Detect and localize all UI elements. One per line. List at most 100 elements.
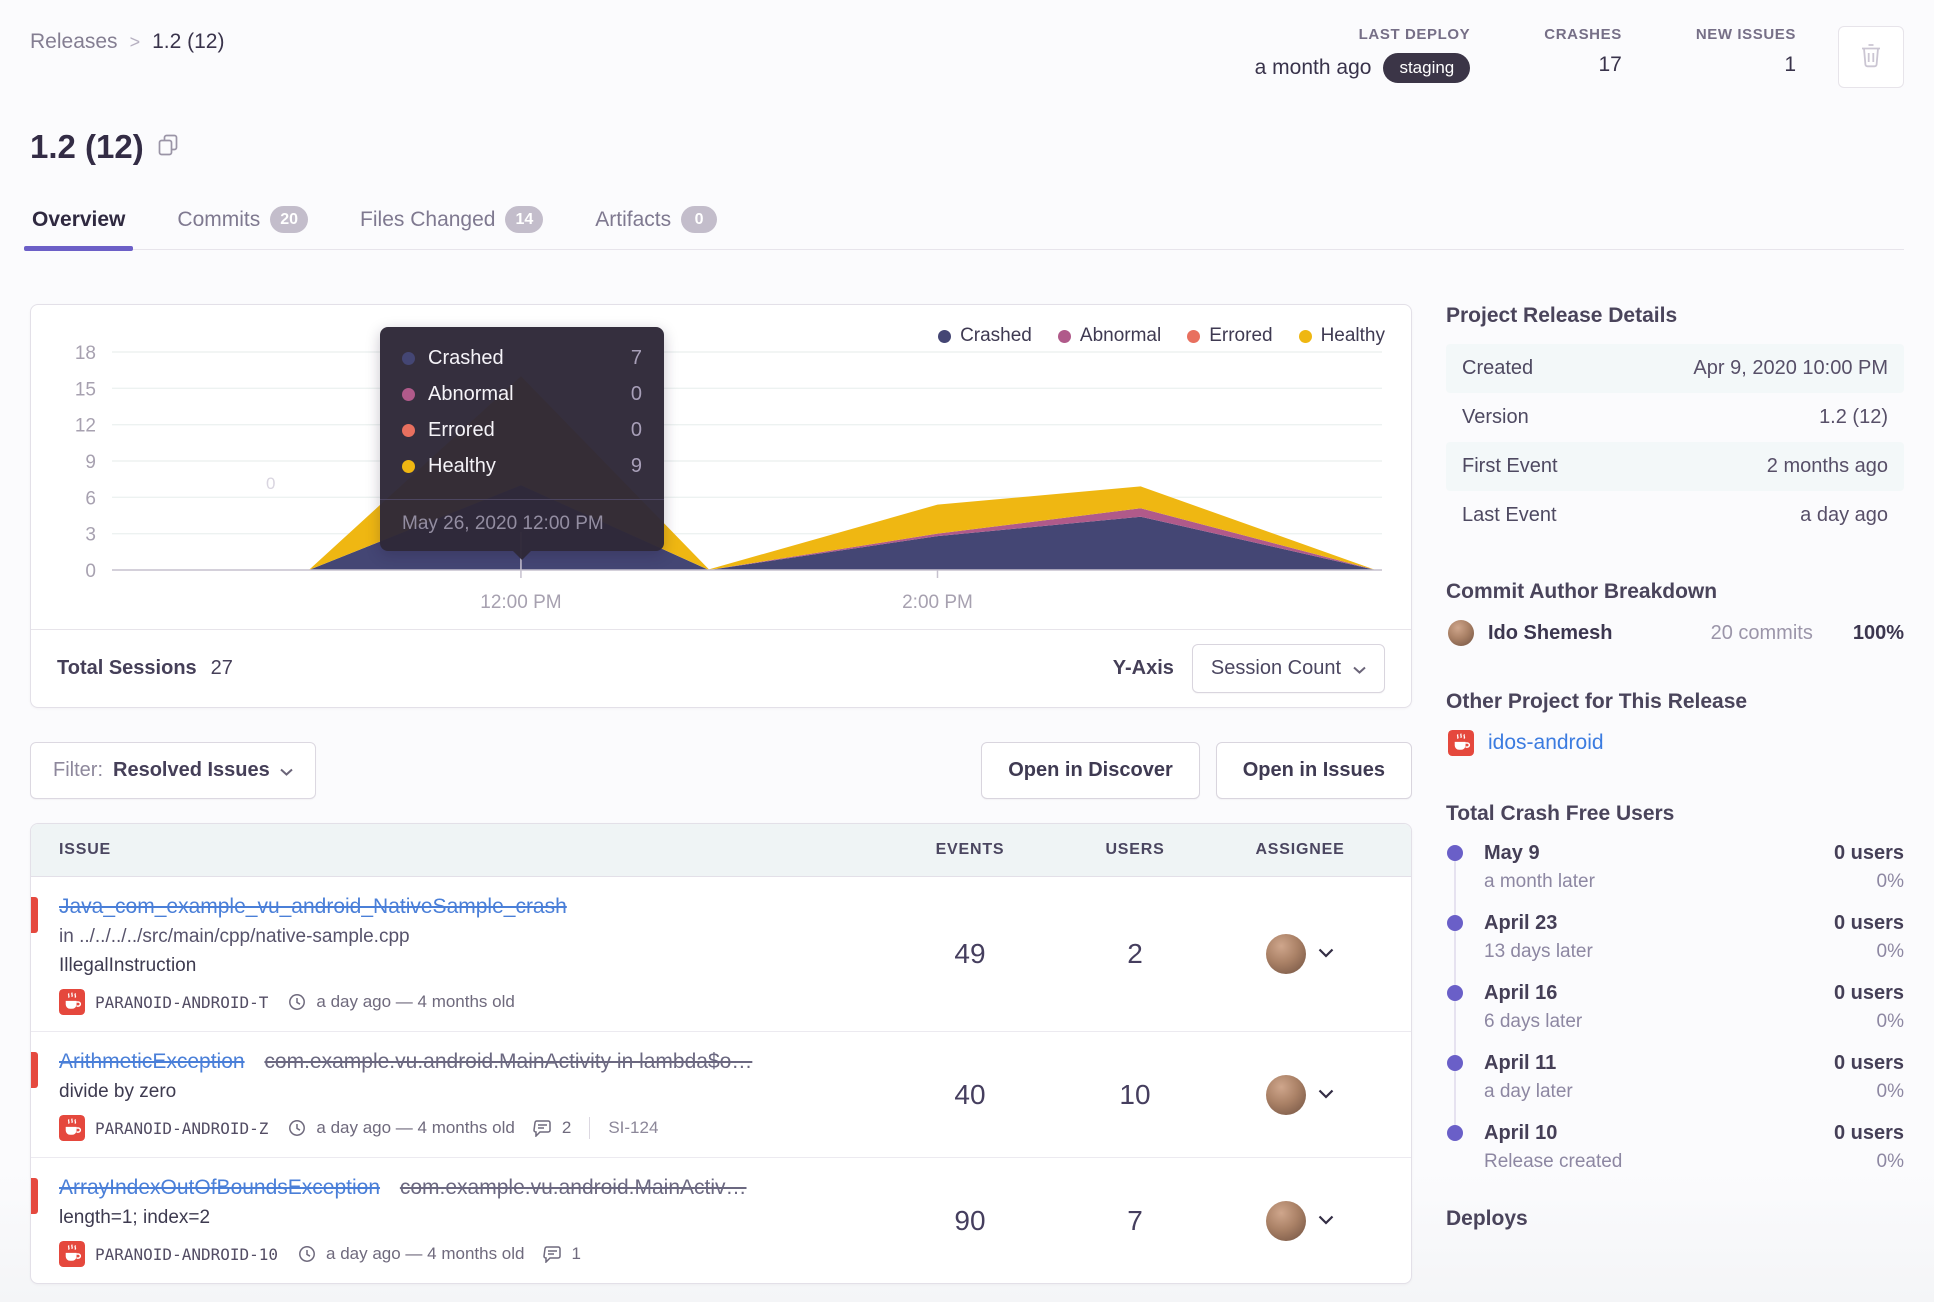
assignee-chevron-down-icon[interactable]: [1318, 1086, 1334, 1104]
assignee-chevron-down-icon[interactable]: [1318, 945, 1334, 963]
commit-author-row: Ido Shemesh 20 commits 100%: [1446, 620, 1904, 646]
author-commit-percent: 100%: [1852, 621, 1904, 644]
tab-label: Overview: [32, 207, 126, 231]
timeline-users: 0 users: [1833, 842, 1904, 864]
tooltip-value: 7: [630, 347, 642, 369]
issue-title-link[interactable]: ArrayIndexOutOfBoundsException: [59, 1176, 380, 1199]
timeline-users: 0 users: [1833, 1122, 1904, 1144]
timeline-percent: 0%: [1876, 1151, 1904, 1172]
y-tick-label: 15: [75, 379, 96, 400]
y-tick-label: 9: [85, 452, 96, 473]
crashed-dot-icon: [938, 329, 952, 343]
issues-filter-select[interactable]: Filter: Resolved Issues: [30, 742, 316, 799]
legend-item-crashed[interactable]: Crashed: [938, 325, 1032, 347]
other-project-link[interactable]: idos-android: [1488, 731, 1604, 755]
detail-label: Created: [1462, 357, 1534, 379]
comments-count: 1: [571, 1244, 581, 1263]
yaxis-select[interactable]: Session Count: [1191, 644, 1385, 693]
assignee-avatar[interactable]: [1266, 1074, 1306, 1115]
breadcrumb-releases-link[interactable]: Releases: [30, 30, 118, 54]
issue-age: a day ago — 4 months old: [316, 992, 515, 1011]
list-item: May 9 a month later 0 users 0%: [1446, 842, 1904, 893]
java-project-icon: [59, 989, 85, 1015]
detail-row-created: Created Apr 9, 2020 10:00 PM: [1446, 344, 1904, 393]
issue-events-count: 40: [954, 1078, 986, 1110]
legend-item-abnormal[interactable]: Abnormal: [1057, 325, 1162, 347]
tooltip-label: Errored: [428, 419, 495, 441]
commit-breakdown-heading: Commit Author Breakdown: [1446, 580, 1718, 603]
chart-legend: Crashed Abnormal Errored Healthy: [938, 325, 1385, 347]
issues-table: ISSUE EVENTS USERS ASSIGNEE Java_com_exa…: [30, 823, 1412, 1284]
timeline-dot-icon: [1447, 1125, 1463, 1141]
page-title: 1.2 (12): [30, 128, 144, 165]
author-avatar: [1448, 620, 1474, 646]
timeline-dot-icon: [1447, 1055, 1463, 1071]
issue-location: in ../../../../src/main/cpp/native-sampl…: [59, 926, 410, 947]
crash-free-heading: Total Crash Free Users: [1446, 802, 1675, 825]
legend-label: Abnormal: [1079, 325, 1162, 346]
tab-label: Commits: [177, 207, 261, 231]
error-level-bar: [31, 1052, 38, 1088]
yaxis-selected-value: Session Count: [1210, 657, 1341, 679]
meta-divider: [589, 1117, 591, 1139]
timeline-percent: 0%: [1876, 941, 1904, 962]
zero-data-label: 0: [266, 474, 275, 493]
open-in-issues-button[interactable]: Open in Issues: [1215, 742, 1412, 799]
table-row: ArrayIndexOutOfBoundsException com.examp…: [31, 1158, 1411, 1283]
list-item: April 23 13 days later 0 users 0%: [1446, 912, 1904, 963]
clock-icon: [289, 994, 306, 1010]
legend-item-healthy[interactable]: Healthy: [1298, 325, 1385, 347]
assignee-avatar[interactable]: [1266, 1200, 1306, 1241]
total-sessions-value: 27: [210, 657, 233, 679]
deploys-heading: Deploys: [1446, 1207, 1528, 1230]
breadcrumb-current: 1.2 (12): [152, 30, 225, 53]
detail-label: First Event: [1462, 455, 1558, 477]
total-sessions-label: Total Sessions: [57, 657, 197, 679]
detail-label: Last Event: [1462, 504, 1557, 526]
open-in-discover-button[interactable]: Open in Discover: [981, 742, 1200, 799]
issue-title-link[interactable]: Java_com_example_vu_android_NativeSample…: [59, 895, 567, 918]
chevron-down-icon: [1353, 657, 1366, 680]
copy-version-icon[interactable]: [158, 134, 178, 161]
chevron-down-icon: [280, 759, 293, 782]
assignee-chevron-down-icon[interactable]: [1318, 1212, 1334, 1230]
release-details-table: Created Apr 9, 2020 10:00 PM Version 1.2…: [1446, 344, 1904, 540]
tab-commits[interactable]: Commits 20: [175, 196, 310, 249]
new-issues-value: 1: [1784, 53, 1796, 76]
tooltip-label: Abnormal: [428, 383, 514, 405]
delete-release-button[interactable]: [1838, 26, 1904, 88]
legend-item-errored[interactable]: Errored: [1187, 325, 1273, 347]
clock-icon: [289, 1120, 306, 1136]
detail-row-last-event: Last Event a day ago: [1446, 491, 1904, 540]
breadcrumb-chevron-icon: >: [129, 31, 141, 52]
stat-label: NEW ISSUES: [1695, 26, 1796, 43]
legend-label: Healthy: [1320, 325, 1385, 346]
tab-overview[interactable]: Overview: [23, 196, 134, 251]
release-overview-page: Releases > 1.2 (12) LAST DEPLOY a month …: [0, 0, 1934, 1284]
tooltip-value: 9: [630, 455, 642, 477]
release-sidebar: Project Release Details Created Apr 9, 2…: [1446, 304, 1904, 1284]
sessions-chart[interactable]: Crashed Abnormal Errored Healthy 0 3 6 9 12 15 18…: [31, 305, 1411, 629]
issue-culprit: com.example.vu.android.MainActiv…: [399, 1176, 747, 1199]
java-project-icon: [59, 1241, 85, 1267]
tab-label: Artifacts: [595, 207, 672, 231]
issue-ref: SI-124: [608, 1118, 659, 1137]
crash-free-timeline: May 9 a month later 0 users 0% April 23 1…: [1446, 842, 1904, 1173]
abnormal-dot-icon: [402, 388, 415, 401]
tooltip-label: Crashed: [428, 347, 504, 369]
sessions-area-chart[interactable]: 0 3 6 9 12 15 18 0 12:00 PM 2:00 PM: [55, 319, 1390, 624]
detail-value: Apr 9, 2020 10:00 PM: [1693, 357, 1888, 379]
tab-files-changed[interactable]: Files Changed 14: [358, 196, 545, 249]
issue-title-link[interactable]: ArithmeticException: [59, 1050, 245, 1073]
issue-users-count: 2: [1127, 938, 1143, 969]
release-details-heading: Project Release Details: [1446, 304, 1678, 327]
staging-badge: staging: [1383, 53, 1471, 83]
sessions-chart-panel: Crashed Abnormal Errored Healthy 0 3 6 9 12 15 18…: [30, 304, 1412, 708]
tab-artifacts[interactable]: Artifacts 0: [593, 196, 719, 249]
assignee-avatar[interactable]: [1266, 934, 1306, 974]
issue-culprit: com.example.vu.android.MainActivity in l…: [264, 1050, 753, 1073]
detail-value: 2 months ago: [1766, 455, 1888, 477]
healthy-dot-icon: [402, 460, 415, 473]
timeline-dot-icon: [1447, 985, 1463, 1001]
java-project-icon: [59, 1115, 85, 1141]
